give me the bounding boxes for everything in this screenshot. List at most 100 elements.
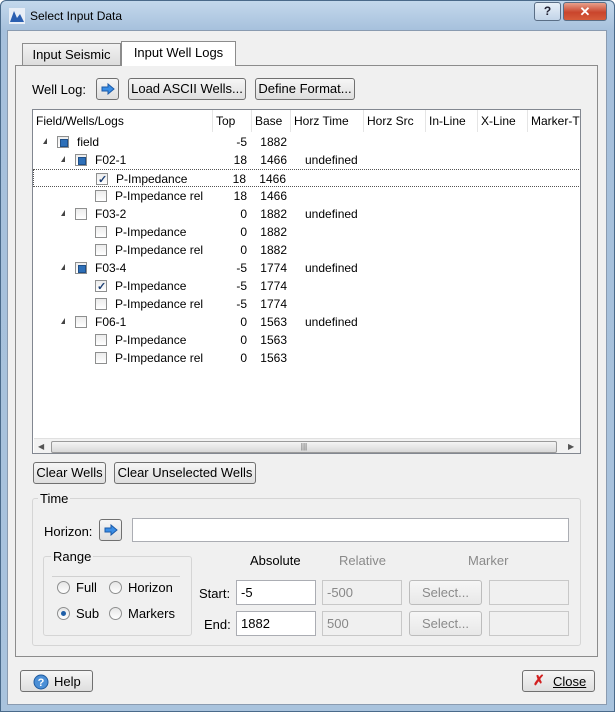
tree-row-top: 0 (240, 225, 247, 239)
range-full-radio[interactable] (57, 581, 70, 594)
tree-row[interactable]: P-Impedance -5 1774 (33, 277, 580, 296)
tree-row-top: 0 (240, 207, 247, 221)
column-header-horz-src[interactable]: Horz Src (364, 110, 426, 132)
tree-row[interactable]: P-Impedance 0 1882 (33, 223, 580, 241)
tree-row[interactable]: P-Impedance rel 18 1466 (33, 187, 580, 205)
title-bar[interactable]: Select Input Data ? ✕ (1, 1, 614, 31)
tree-row[interactable]: P-Impedance rel 0 1563 (33, 349, 580, 367)
tree-row[interactable]: F03-4 -5 1774 undefined (33, 259, 580, 277)
tree-row-checkbox[interactable] (75, 262, 87, 274)
range-divider (52, 576, 180, 577)
define-format-button[interactable]: Define Format... (255, 78, 355, 100)
close-button[interactable]: ✗ Close (522, 670, 595, 692)
tree-row-checkbox[interactable] (95, 244, 107, 256)
tree-row-checkbox[interactable] (96, 171, 108, 189)
column-header-horz-time[interactable]: Horz Time (291, 110, 364, 132)
titlebar-close-button[interactable]: ✕ (563, 2, 607, 21)
titlebar-help-button[interactable]: ? (534, 2, 561, 21)
expand-collapse-icon[interactable] (43, 138, 47, 144)
tree-row-top: 0 (240, 333, 247, 347)
tree-row-top: 18 (233, 189, 247, 203)
column-header-x-line[interactable]: X-Line (478, 110, 528, 132)
tree-row[interactable]: P-Impedance 18 1466 (33, 169, 580, 189)
range-markers-radio[interactable] (109, 607, 122, 620)
range-horizon-radio[interactable] (109, 581, 122, 594)
tree-row[interactable]: field -5 1882 (33, 133, 580, 151)
column-header-marker-t[interactable]: Marker-T (528, 110, 580, 132)
end-marker-select-button[interactable]: Select... (409, 611, 482, 636)
expand-collapse-icon[interactable] (61, 264, 65, 270)
column-header-top[interactable]: Top (213, 110, 252, 132)
tree-row[interactable]: F03-2 0 1882 undefined (33, 205, 580, 223)
relative-header: Relative (339, 553, 386, 568)
tree-row-base: 1882 (260, 135, 287, 149)
tree-row-top: 0 (240, 351, 247, 365)
time-group-legend: Time (38, 491, 71, 506)
tree-row-label: P-Impedance rel (115, 189, 204, 203)
horizon-select-button[interactable] (99, 519, 122, 541)
tree-row-base: 1466 (259, 172, 286, 186)
range-horizon-label[interactable]: Horizon (128, 580, 173, 595)
tree-row-checkbox[interactable] (95, 278, 107, 296)
end-absolute-input[interactable]: 1882 (236, 611, 316, 636)
tree-row-checkbox[interactable] (95, 298, 107, 310)
scrollbar-thumb[interactable]: ||| (51, 441, 557, 453)
tree-row-horz-time: undefined (305, 261, 358, 275)
window-title: Select Input Data (30, 9, 123, 23)
tab-input-well-logs[interactable]: Input Well Logs (121, 41, 236, 66)
clear-unselected-wells-button[interactable]: Clear Unselected Wells (114, 462, 256, 484)
range-sub-radio[interactable] (57, 607, 70, 620)
tree-row[interactable]: F02-1 18 1466 undefined (33, 151, 580, 169)
end-label: End: (204, 617, 231, 632)
scroll-right-icon[interactable]: ▶ (568, 442, 574, 451)
well-log-select-button[interactable] (96, 78, 119, 100)
tree-row-checkbox[interactable] (75, 208, 87, 220)
absolute-header: Absolute (250, 553, 301, 568)
wells-tree-view[interactable]: Field/Wells/Logs Top Base Horz Time Horz… (32, 109, 581, 454)
tree-row-checkbox[interactable] (57, 136, 69, 148)
tree-row-label: P-Impedance (115, 225, 187, 239)
tree-row[interactable]: P-Impedance rel -5 1774 (33, 295, 580, 313)
expand-collapse-icon[interactable] (61, 318, 65, 324)
start-relative-input[interactable]: -500 (322, 580, 402, 605)
start-marker-field[interactable] (489, 580, 569, 605)
range-group (43, 556, 192, 636)
tree-row-checkbox[interactable] (95, 352, 107, 364)
range-markers-label[interactable]: Markers (128, 606, 175, 621)
column-header-in-line[interactable]: In-Line (426, 110, 478, 132)
start-absolute-input[interactable]: -5 (236, 580, 316, 605)
tree-row[interactable]: P-Impedance 0 1563 (33, 331, 580, 349)
clear-wells-button[interactable]: Clear Wells (33, 462, 106, 484)
svg-text:?: ? (38, 677, 45, 689)
tree-row-label: P-Impedance (116, 172, 188, 186)
tree-row-base: 1466 (260, 189, 287, 203)
column-header-field-wells-logs[interactable]: Field/Wells/Logs (33, 110, 213, 132)
end-relative-input[interactable]: 500 (322, 611, 402, 636)
horizontal-scrollbar[interactable]: ◀ ||| ▶ (34, 438, 580, 453)
tree-row-checkbox[interactable] (95, 190, 107, 202)
tree-row-label: P-Impedance rel (115, 351, 204, 365)
tree-row-label: P-Impedance (115, 279, 187, 293)
range-full-label[interactable]: Full (76, 580, 97, 595)
tree-row-label: P-Impedance rel (115, 243, 204, 257)
tree-row-base: 1882 (260, 225, 287, 239)
start-marker-select-button[interactable]: Select... (409, 580, 482, 605)
load-ascii-wells-button[interactable]: Load ASCII Wells... (128, 78, 246, 100)
help-button[interactable]: ? Help (20, 670, 93, 692)
expand-collapse-icon[interactable] (61, 156, 65, 162)
tree-row-top: 0 (240, 315, 247, 329)
tree-row[interactable]: P-Impedance rel 0 1882 (33, 241, 580, 259)
tree-row[interactable]: F06-1 0 1563 undefined (33, 313, 580, 331)
tree-row-checkbox[interactable] (75, 154, 87, 166)
tree-row-checkbox[interactable] (95, 334, 107, 346)
expand-collapse-icon[interactable] (61, 210, 65, 216)
column-header-base[interactable]: Base (252, 110, 291, 132)
range-sub-label[interactable]: Sub (76, 606, 99, 621)
horizon-input[interactable] (132, 518, 569, 542)
tab-input-seismic[interactable]: Input Seismic (22, 43, 121, 66)
tree-row-checkbox[interactable] (95, 226, 107, 238)
scroll-left-icon[interactable]: ◀ (38, 442, 44, 451)
help-circle-icon: ? (33, 674, 49, 690)
end-marker-field[interactable] (489, 611, 569, 636)
tree-row-checkbox[interactable] (75, 316, 87, 328)
